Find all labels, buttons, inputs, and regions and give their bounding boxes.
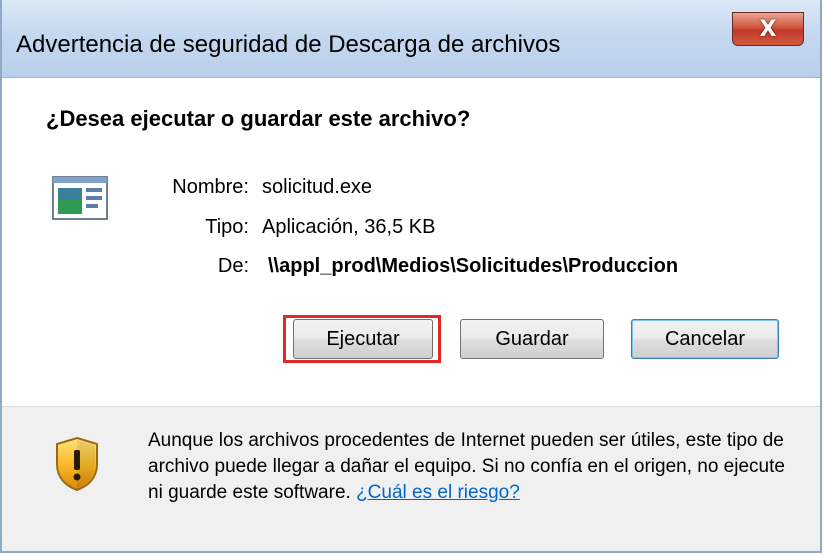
close-icon: X	[759, 16, 777, 42]
file-name-value: solicitud.exe	[262, 176, 373, 198]
cancel-button[interactable]: Cancelar	[631, 319, 779, 359]
file-type-value: Aplicación, 36,5 KB	[262, 216, 436, 238]
warning-message: Aunque los archivos procedentes de Inter…	[148, 428, 798, 506]
dialog-question: ¿Desea ejecutar o guardar este archivo?	[46, 106, 471, 131]
risk-link[interactable]: ¿Cuál es el riesgo?	[356, 482, 520, 503]
title-bar: Advertencia de seguridad de Descarga de …	[2, 0, 820, 77]
run-button-highlight	[283, 315, 441, 363]
application-window-icon	[52, 176, 108, 220]
security-warning-dialog: Advertencia de seguridad de Descarga de …	[0, 0, 822, 553]
close-button[interactable]: X	[732, 12, 804, 46]
file-name-label: Nombre:	[172, 176, 249, 198]
file-source-value: \\appl_prod\Medios\Solicitudes\Produccio…	[268, 255, 679, 277]
file-source-label: De:	[217, 255, 249, 277]
file-type-label: Tipo:	[205, 216, 249, 238]
save-button[interactable]: Guardar	[460, 319, 604, 359]
security-shield-warning-icon	[56, 436, 98, 492]
window-title: Advertencia de seguridad de Descarga de …	[16, 31, 561, 58]
dialog-content: ¿Desea ejecutar o guardar este archivo? …	[2, 77, 820, 407]
